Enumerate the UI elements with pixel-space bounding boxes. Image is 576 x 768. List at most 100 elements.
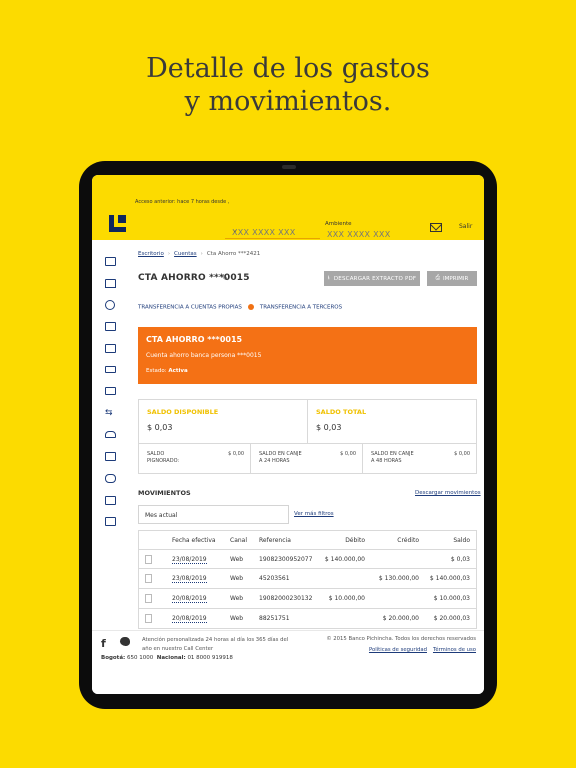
row-referencia: 45203561 xyxy=(259,575,290,582)
movements-title: MOVIMIENTOS xyxy=(138,489,191,497)
document-icon[interactable] xyxy=(145,574,152,583)
home-icon[interactable] xyxy=(105,279,116,288)
balances-panel: SALDO DISPONIBLE $ 0,03 SALDO TOTAL $ 0,… xyxy=(138,399,477,474)
row-referencia: 88251751 xyxy=(259,615,290,622)
deposit-icon[interactable] xyxy=(105,344,116,353)
table-row[interactable]: 23/08/2019 Web 45203561 $ 130.000,00 $ 1… xyxy=(138,569,477,589)
id-card-icon[interactable] xyxy=(105,387,116,395)
row-canal: Web xyxy=(230,615,244,622)
account-status: Estado: Activa xyxy=(146,368,188,374)
ambiente-value[interactable]: XXX XXXX XXX xyxy=(327,230,391,239)
document-icon[interactable] xyxy=(145,555,152,564)
balance-canje-48-label: SALDO EN CANJE A 48 HORAS xyxy=(371,451,414,464)
row-fecha: 20/08/2019 xyxy=(172,615,207,623)
bank-logo[interactable] xyxy=(109,215,126,232)
breadcrumb-escritorio[interactable]: Escritorio xyxy=(138,251,164,257)
row-fecha: 20/08/2019 xyxy=(172,595,207,603)
balance-available-label: SALDO DISPONIBLE xyxy=(147,408,219,416)
balance-total: SALDO TOTAL $ 0,03 xyxy=(308,400,476,444)
terms-link[interactable]: Términos de uso xyxy=(433,647,476,653)
print-button[interactable]: ⎙ IMPRIMIR xyxy=(427,271,477,286)
app-screen: Acceso anterior: hace 7 horas desde , XX… xyxy=(92,175,484,694)
row-credito: $ 20.000,00 xyxy=(382,615,419,622)
download-movements-link[interactable]: Descargar movimientos xyxy=(415,490,481,496)
transfer-tabs: TRANSFERENCIA A CUENTAS PROPIAS TRANSFERE… xyxy=(138,304,342,311)
footer-attention-text: Atención personalizada 24 horas al día l… xyxy=(142,637,289,652)
row-fecha: 23/08/2019 xyxy=(172,556,207,564)
camera xyxy=(282,165,296,169)
col-saldo[interactable]: Saldo xyxy=(453,537,470,544)
balance-canje-48-value: $ 0,00 xyxy=(454,451,470,457)
balance-pignorado: SALDO PIGNORADO: $ 0,00 xyxy=(139,444,251,473)
balance-canje-24-label: SALDO EN CANJE A 24 HORAS xyxy=(259,451,302,464)
breadcrumb-cuentas[interactable]: Cuentas xyxy=(174,251,197,257)
download-pdf-label: DESCARGAR EXTRACTO PDF xyxy=(333,275,417,282)
clock-icon[interactable] xyxy=(105,300,115,310)
footer: f Atención personalizada 24 horas al día… xyxy=(92,630,484,694)
notebook-icon[interactable] xyxy=(105,257,116,266)
document-icon[interactable] xyxy=(145,614,152,623)
mail-icon[interactable] xyxy=(430,223,442,232)
footer-links: Políticas de seguridad Términos de uso xyxy=(363,647,476,653)
col-credito[interactable]: Crédito xyxy=(397,537,419,544)
row-canal: Web xyxy=(230,575,244,582)
tab-transfer-own[interactable]: TRANSFERENCIA A CUENTAS PROPIAS xyxy=(138,305,242,311)
group-icon[interactable] xyxy=(105,474,116,483)
breadcrumb: Escritorio › Cuentas › Cta Ahorro ***2421 xyxy=(138,251,261,257)
download-pdf-button[interactable]: ⭳ DESCARGAR EXTRACTO PDF xyxy=(324,271,420,286)
document-icon[interactable] xyxy=(105,452,116,461)
ambiente-label: Ambiente xyxy=(325,221,352,227)
table-row[interactable]: 20/08/2019 Web 88251751 $ 20.000,00 $ 20… xyxy=(138,609,477,629)
promo-headline-line2: y movimientos. xyxy=(184,86,392,117)
facebook-icon[interactable]: f xyxy=(101,637,106,650)
balance-pignorado-label: SALDO PIGNORADO: xyxy=(147,451,180,464)
map-icon[interactable] xyxy=(105,517,116,526)
row-referencia: 19082300952077 xyxy=(259,556,313,563)
balance-available: SALDO DISPONIBLE $ 0,03 xyxy=(139,400,308,444)
row-credito: $ 130.000,00 xyxy=(378,575,419,582)
top-bar: Acceso anterior: hace 7 horas desde , XX… xyxy=(92,175,484,240)
transfer-icon[interactable]: ⇆ xyxy=(105,409,116,418)
printer-icon: ⎙ xyxy=(435,275,441,281)
row-saldo: $ 140.000,03 xyxy=(429,575,470,582)
period-select[interactable]: Mes actual ⌄ xyxy=(138,505,289,524)
col-debito[interactable]: Débito xyxy=(345,537,365,544)
briefcase-icon[interactable] xyxy=(105,322,116,331)
col-referencia[interactable]: Referencia xyxy=(259,537,291,544)
car-icon[interactable] xyxy=(105,431,116,438)
row-canal: Web xyxy=(230,556,244,563)
document-icon[interactable] xyxy=(145,594,152,603)
footer-copyright: © 2015 Banco Pichincha. Todos los derech… xyxy=(326,636,476,642)
table-row[interactable]: 23/08/2019 Web 19082300952077 $ 140.000,… xyxy=(138,549,477,569)
last-access-text: Acceso anterior: hace 7 horas desde , xyxy=(135,199,230,205)
promo-headline-line1: Detalle de los gastos xyxy=(146,53,430,84)
page-title: CTA AHORRO ***0015 xyxy=(138,273,250,283)
row-canal: Web xyxy=(230,595,244,602)
row-saldo: $ 0,03 xyxy=(450,556,470,563)
col-canal[interactable]: Canal xyxy=(230,537,247,544)
row-debito: $ 10.000,00 xyxy=(328,595,365,602)
user-selector[interactable]: XXX XXXX XXX ⌄ xyxy=(225,219,320,239)
row-fecha: 23/08/2019 xyxy=(172,575,207,583)
balance-canje-48: SALDO EN CANJE A 48 HORAS $ 0,00 xyxy=(363,444,476,473)
row-referencia: 19082000230132 xyxy=(259,595,313,602)
logout-button[interactable]: Salir xyxy=(459,223,472,230)
balance-total-value: $ 0,03 xyxy=(316,423,342,432)
more-filters-link[interactable]: Ver más filtros xyxy=(294,511,334,517)
pencil-icon[interactable]: ✎ xyxy=(221,274,229,284)
account-status-value: Activa xyxy=(168,368,188,374)
footer-phones: Bogotá: 650 1000 Nacional: 01 8000 91991… xyxy=(101,655,233,661)
chevron-down-icon: ⌄ xyxy=(145,511,151,518)
row-saldo: $ 20.000,03 xyxy=(433,615,470,622)
col-fecha[interactable]: Fecha efectiva xyxy=(172,537,216,544)
twitter-icon[interactable] xyxy=(120,637,130,646)
bank-icon[interactable] xyxy=(105,496,116,505)
account-card: CTA AHORRO ***0015 Cuenta ahorro banca p… xyxy=(138,327,477,384)
balance-total-label: SALDO TOTAL xyxy=(316,408,367,416)
security-policy-link[interactable]: Políticas de seguridad xyxy=(369,647,427,653)
table-row[interactable]: 20/08/2019 Web 19082000230132 $ 10.000,0… xyxy=(138,589,477,609)
tab-transfer-third[interactable]: TRANSFERENCIA A TERCEROS xyxy=(260,305,342,311)
card-icon[interactable] xyxy=(105,366,116,373)
row-saldo: $ 10.000,03 xyxy=(433,595,470,602)
download-icon: ⭳ xyxy=(327,275,330,281)
